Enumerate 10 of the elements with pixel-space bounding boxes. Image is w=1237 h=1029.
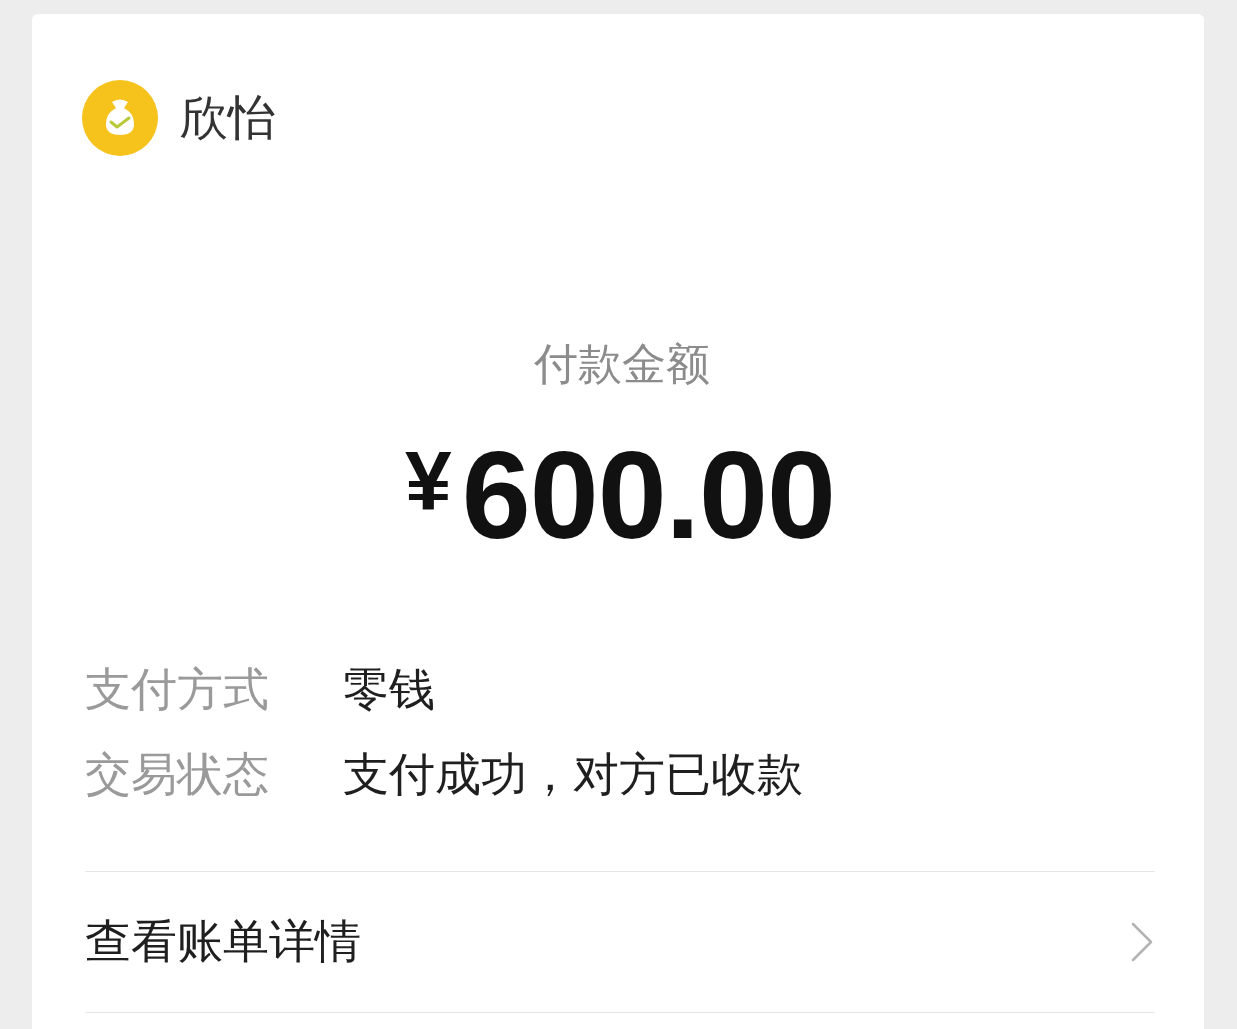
bill-details-link[interactable]: 查看账单详情: [85, 872, 1155, 1012]
payment-amount: ¥600.00: [405, 433, 835, 557]
money-bag-icon: [82, 80, 158, 156]
payment-amount-label: 付款金额: [533, 338, 711, 390]
payee-name: 欣怡: [180, 90, 276, 146]
detail-value: 零钱: [343, 661, 435, 717]
detail-value: 支付成功，对方已收款: [343, 746, 803, 802]
detail-label: 交易状态: [85, 746, 270, 802]
detail-label: 支付方式: [85, 661, 270, 717]
chevron-right-icon: [1131, 922, 1153, 962]
